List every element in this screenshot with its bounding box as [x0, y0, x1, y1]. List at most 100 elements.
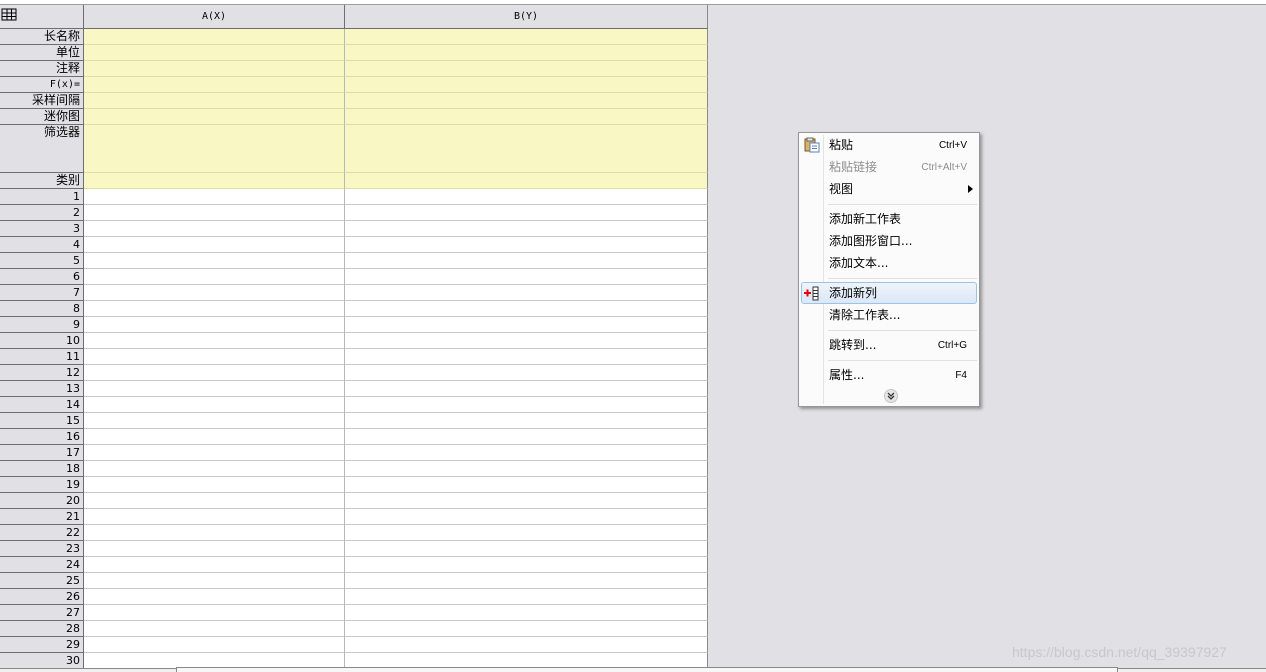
data-cell[interactable] — [345, 589, 708, 605]
meta-cell[interactable] — [84, 173, 345, 189]
row-number[interactable]: 19 — [0, 477, 84, 493]
menu-item-add-text[interactable]: 添加文本... — [801, 252, 977, 274]
data-cell[interactable] — [345, 573, 708, 589]
menu-expand-button[interactable] — [884, 389, 898, 403]
data-cell[interactable] — [345, 253, 708, 269]
menu-item-clear-worksheet[interactable]: 清除工作表... — [801, 304, 977, 326]
data-cell[interactable] — [345, 381, 708, 397]
data-cell[interactable] — [345, 189, 708, 205]
data-cell[interactable] — [84, 253, 345, 269]
meta-cell[interactable] — [84, 93, 345, 109]
data-cell[interactable] — [84, 317, 345, 333]
menu-item-add-new-column[interactable]: 添加新列 — [801, 282, 977, 304]
meta-cell[interactable] — [345, 29, 708, 45]
data-cell[interactable] — [345, 429, 708, 445]
data-cell[interactable] — [84, 637, 345, 653]
data-cell[interactable] — [84, 589, 345, 605]
data-cell[interactable] — [345, 557, 708, 573]
row-number[interactable]: 25 — [0, 573, 84, 589]
data-cell[interactable] — [84, 477, 345, 493]
row-number[interactable]: 7 — [0, 285, 84, 301]
data-cell[interactable] — [84, 381, 345, 397]
data-cell[interactable] — [84, 509, 345, 525]
meta-cell[interactable] — [84, 109, 345, 125]
data-cell[interactable] — [345, 397, 708, 413]
data-cell[interactable] — [84, 621, 345, 637]
data-cell[interactable] — [84, 413, 345, 429]
corner-cell[interactable] — [0, 5, 84, 29]
data-cell[interactable] — [84, 573, 345, 589]
data-cell[interactable] — [345, 637, 708, 653]
row-number[interactable]: 16 — [0, 429, 84, 445]
row-label-filter[interactable]: 筛选器 — [0, 125, 84, 173]
data-cell[interactable] — [84, 301, 345, 317]
row-number[interactable]: 9 — [0, 317, 84, 333]
row-number[interactable]: 29 — [0, 637, 84, 653]
menu-item-add-new-sheet[interactable]: 添加新工作表 — [801, 208, 977, 230]
data-cell[interactable] — [84, 557, 345, 573]
menu-item-view[interactable]: 视图 — [801, 178, 977, 200]
row-number[interactable]: 28 — [0, 621, 84, 637]
column-header-b[interactable]: B(Y) — [345, 5, 708, 29]
data-cell[interactable] — [345, 541, 708, 557]
row-label-comments[interactable]: 注释 — [0, 61, 84, 77]
row-number[interactable]: 2 — [0, 205, 84, 221]
data-cell[interactable] — [84, 429, 345, 445]
data-cell[interactable] — [84, 333, 345, 349]
row-number[interactable]: 4 — [0, 237, 84, 253]
meta-cell[interactable] — [84, 125, 345, 173]
row-number[interactable]: 20 — [0, 493, 84, 509]
data-cell[interactable] — [84, 541, 345, 557]
row-label-formula[interactable]: F(x)= — [0, 77, 84, 93]
data-cell[interactable] — [345, 461, 708, 477]
row-label-sampling-interval[interactable]: 采样间隔 — [0, 93, 84, 109]
data-cell[interactable] — [345, 317, 708, 333]
row-number[interactable]: 18 — [0, 461, 84, 477]
data-cell[interactable] — [345, 269, 708, 285]
data-cell[interactable] — [84, 525, 345, 541]
meta-cell[interactable] — [84, 45, 345, 61]
data-cell[interactable] — [84, 221, 345, 237]
data-cell[interactable] — [345, 221, 708, 237]
data-cell[interactable] — [84, 189, 345, 205]
row-number[interactable]: 27 — [0, 605, 84, 621]
menu-item-paste[interactable]: 粘贴 Ctrl+V — [801, 134, 977, 156]
row-number[interactable]: 6 — [0, 269, 84, 285]
data-cell[interactable] — [84, 237, 345, 253]
data-cell[interactable] — [345, 285, 708, 301]
data-cell[interactable] — [84, 285, 345, 301]
row-number[interactable]: 14 — [0, 397, 84, 413]
data-cell[interactable] — [345, 525, 708, 541]
row-label-long-name[interactable]: 长名称 — [0, 29, 84, 45]
data-cell[interactable] — [345, 301, 708, 317]
data-cell[interactable] — [345, 365, 708, 381]
row-number[interactable]: 3 — [0, 221, 84, 237]
meta-cell[interactable] — [345, 173, 708, 189]
data-cell[interactable] — [84, 461, 345, 477]
row-number[interactable]: 22 — [0, 525, 84, 541]
meta-cell[interactable] — [84, 29, 345, 45]
row-label-units[interactable]: 单位 — [0, 45, 84, 61]
data-cell[interactable] — [84, 365, 345, 381]
data-cell[interactable] — [84, 269, 345, 285]
data-cell[interactable] — [84, 605, 345, 621]
menu-item-properties[interactable]: 属性... F4 — [801, 364, 977, 386]
meta-cell[interactable] — [345, 109, 708, 125]
data-cell[interactable] — [345, 621, 708, 637]
worksheet-grid[interactable]: A(X) B(Y) 长名称 单位 注释 F(x)= 采样间隔 迷你图 筛选器 类… — [0, 5, 708, 672]
row-number[interactable]: 30 — [0, 653, 84, 669]
data-cell[interactable] — [345, 493, 708, 509]
data-cell[interactable] — [345, 237, 708, 253]
meta-cell[interactable] — [345, 125, 708, 173]
row-number[interactable]: 12 — [0, 365, 84, 381]
meta-cell[interactable] — [84, 77, 345, 93]
menu-item-paste-link[interactable]: 粘贴链接 Ctrl+Alt+V — [801, 156, 977, 178]
data-cell[interactable] — [345, 509, 708, 525]
row-number[interactable]: 11 — [0, 349, 84, 365]
data-cell[interactable] — [345, 413, 708, 429]
row-number[interactable]: 21 — [0, 509, 84, 525]
menu-item-go-to[interactable]: 跳转到... Ctrl+G — [801, 334, 977, 356]
row-label-categories[interactable]: 类别 — [0, 173, 84, 189]
data-cell[interactable] — [345, 333, 708, 349]
data-cell[interactable] — [84, 493, 345, 509]
